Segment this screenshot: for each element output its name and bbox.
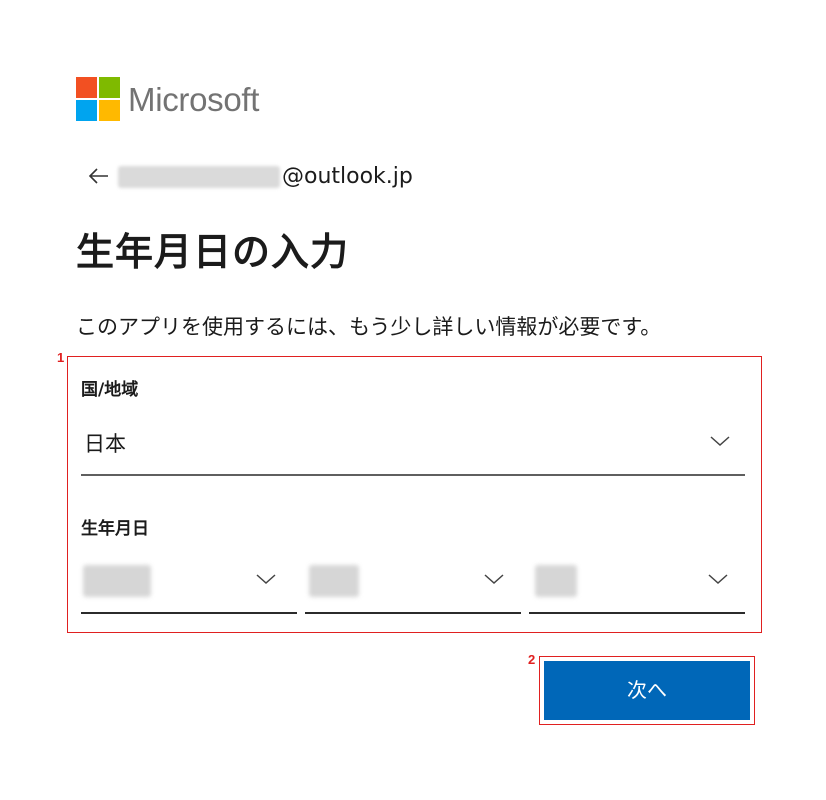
annotation-number-1: 1 bbox=[57, 350, 65, 365]
email-suffix: @outlook.jp bbox=[282, 164, 413, 189]
chevron-down-icon bbox=[708, 574, 728, 585]
microsoft-logo bbox=[76, 77, 120, 121]
redacted-year-value bbox=[83, 565, 151, 597]
page-title: 生年月日の入力 bbox=[76, 230, 350, 274]
birthdate-label: 生年月日 bbox=[81, 519, 149, 539]
redacted-day-value bbox=[535, 565, 577, 597]
birth-day-select[interactable] bbox=[529, 556, 745, 614]
birth-year-select[interactable] bbox=[81, 556, 297, 614]
redacted-month-value bbox=[309, 565, 359, 597]
redacted-email-name bbox=[118, 166, 280, 188]
logo-green-square bbox=[99, 77, 120, 98]
arrow-left-icon[interactable] bbox=[86, 163, 112, 189]
brand-name: Microsoft bbox=[128, 81, 260, 118]
country-value: 日本 bbox=[84, 432, 126, 456]
logo-blue-square bbox=[76, 100, 97, 121]
page-description: このアプリを使用するには、もう少し詳しい情報が必要です。 bbox=[76, 315, 662, 339]
chevron-down-icon bbox=[710, 436, 730, 447]
birth-month-select[interactable] bbox=[305, 556, 521, 614]
country-label: 国/地域 bbox=[81, 380, 139, 400]
chevron-down-icon bbox=[256, 574, 276, 585]
logo-yellow-square bbox=[99, 100, 120, 121]
chevron-down-icon bbox=[484, 574, 504, 585]
country-select[interactable]: 日本 bbox=[81, 418, 745, 476]
next-button[interactable]: 次へ bbox=[544, 661, 750, 720]
logo-red-square bbox=[76, 77, 97, 98]
annotation-number-2: 2 bbox=[528, 652, 536, 667]
